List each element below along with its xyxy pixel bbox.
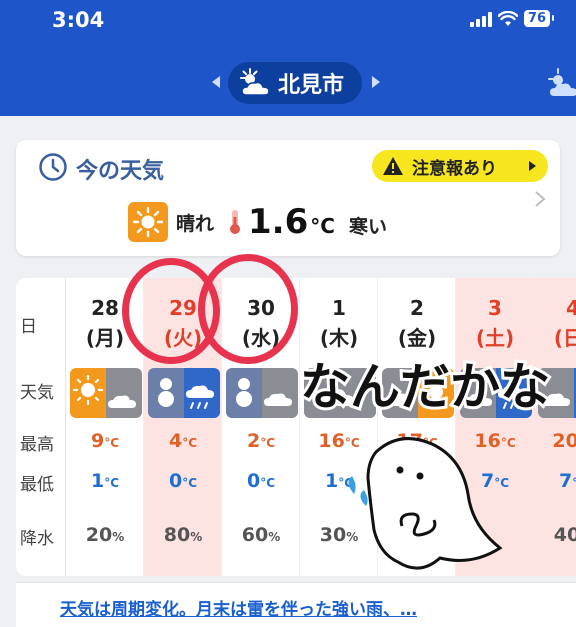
svg-text:なんだかな: なんだかな [300, 358, 550, 416]
battery-icon: 76 [523, 10, 555, 27]
high-temp: 20°C [552, 430, 576, 452]
next-city-arrow[interactable] [372, 76, 380, 88]
city-name: 北見市 [278, 73, 345, 98]
day-number: 4 [566, 296, 576, 320]
day-column[interactable]: 4 (日) 20°C 7°C 40% [534, 278, 576, 576]
sun-cloud-icon [240, 68, 270, 96]
label-rain: 降水 [20, 529, 54, 549]
day-weekday: (日) [553, 326, 576, 350]
warning-badge[interactable]: 注意報あり [372, 150, 548, 182]
signal-icon [469, 11, 492, 27]
low-temp: 0°C [246, 470, 276, 492]
row-labels: 日 天気 最高 最低 降水 [16, 278, 66, 576]
status-time: 3:04 [52, 8, 105, 32]
next-city-weather-icon[interactable] [544, 66, 576, 102]
clock-icon [39, 153, 67, 181]
day-weekday: (木) [319, 326, 359, 350]
current-weather-card[interactable]: 今の天気 注意報あり 晴れ 1.6 °C 寒い [16, 140, 560, 256]
rain-chance: 20% [85, 524, 125, 546]
temperature-unit: °C [310, 214, 335, 238]
warning-label: 注意報あり [412, 158, 497, 179]
feel-text: 寒い [348, 215, 387, 238]
rain-chance: 80% [163, 524, 203, 546]
warning-icon [383, 157, 403, 175]
condition-text: 晴れ [176, 212, 215, 235]
current-conditions: 晴れ 1.6 °C 寒い [128, 200, 387, 244]
prev-city-arrow[interactable] [212, 76, 220, 88]
current-temperature: 1.6 [248, 202, 309, 242]
sunny-icon [128, 202, 168, 242]
rain-chance: 40% [553, 524, 576, 546]
news-link[interactable]: 天気は周期変化。月末は雷を伴った強い雨、… [60, 595, 417, 620]
wifi-icon [497, 10, 518, 26]
highlight-circle [198, 254, 298, 364]
city-selector[interactable]: 北見市 [228, 62, 362, 104]
warning-caret-icon [529, 161, 536, 171]
thermometer-icon [230, 210, 241, 234]
ghost-doodle [348, 437, 503, 570]
label-high: 最高 [20, 435, 54, 455]
handwritten-annotation: なんだかな [297, 355, 553, 419]
label-weather: 天気 [20, 383, 54, 403]
high-temp: 9°C [90, 430, 120, 452]
app-header: 3:04 76 北見市 [0, 0, 576, 116]
status-icons: 76 [469, 10, 555, 27]
day-number: 2 [410, 296, 424, 320]
low-temp: 7°C [558, 470, 576, 492]
label-low: 最低 [20, 475, 54, 495]
rain-chance: 60% [241, 524, 281, 546]
snow-rain-icon [148, 368, 220, 418]
news-bar[interactable]: 天気は周期変化。月末は雷を伴った強い雨、… [16, 582, 576, 627]
high-temp: 2°C [246, 430, 276, 452]
low-temp: 1°C [90, 470, 120, 492]
day-weekday: (金) [397, 326, 437, 350]
low-temp: 0°C [168, 470, 198, 492]
sun-cloud-icon [70, 368, 142, 418]
day-number: 3 [488, 296, 502, 320]
snow-cloud-icon [226, 368, 298, 418]
current-weather-title: 今の天気 [76, 159, 165, 184]
high-temp: 4°C [168, 430, 198, 452]
chevron-right-icon [535, 191, 546, 207]
day-weekday: (土) [475, 326, 515, 350]
label-day: 日 [20, 317, 37, 337]
day-number: 1 [332, 296, 346, 320]
